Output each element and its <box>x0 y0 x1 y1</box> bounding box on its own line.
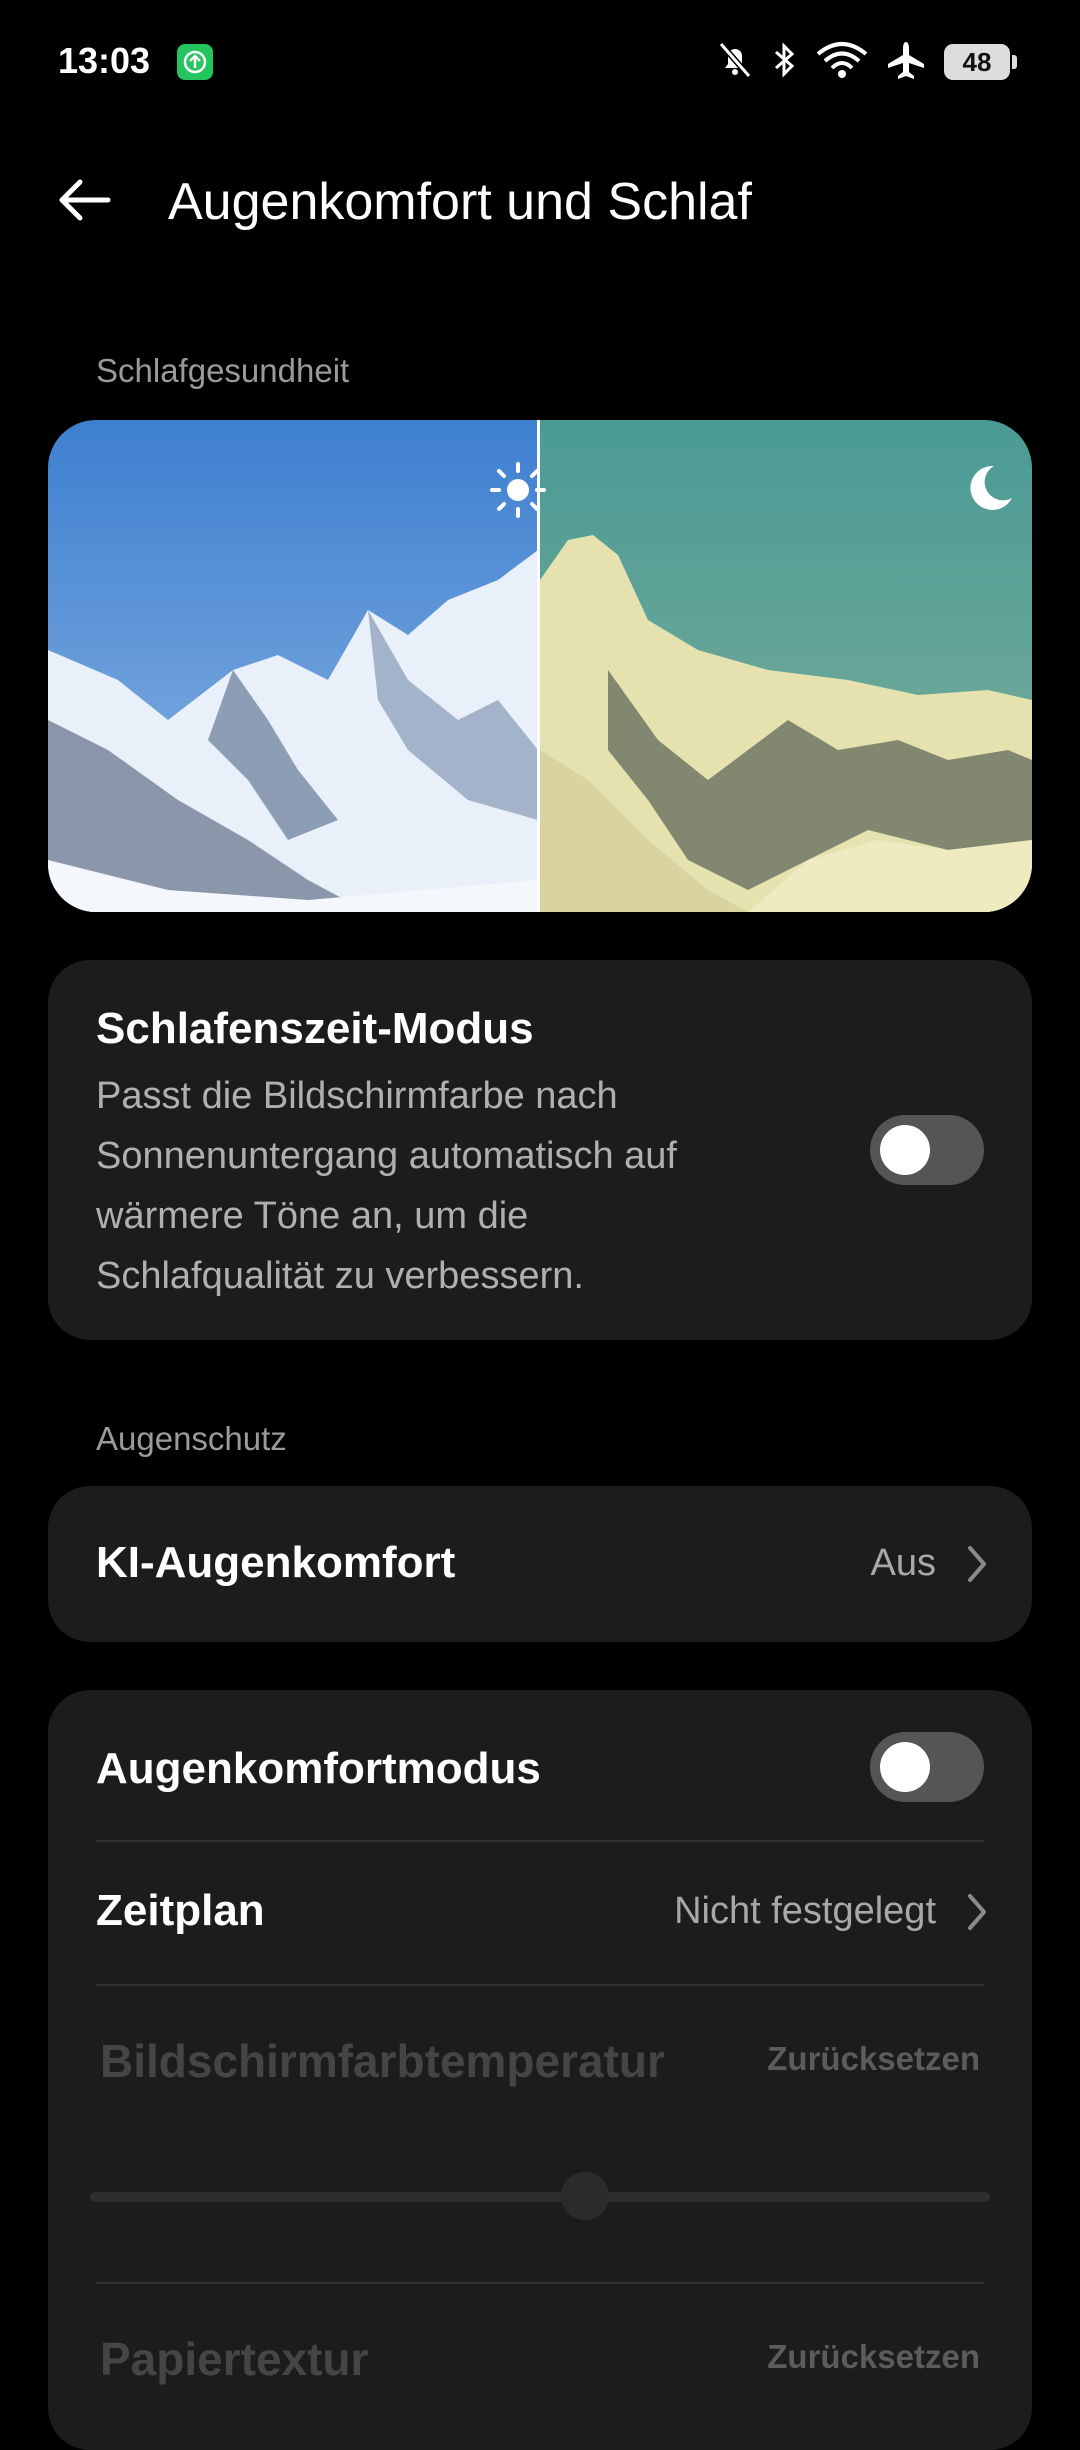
ai-eye-comfort-label: KI-Augenkomfort <box>96 1538 456 1587</box>
bedtime-mode-card: Schlafenszeit-Modus Passt die Bildschirm… <box>48 960 1032 1340</box>
section-label-eye: Augenschutz <box>96 1420 287 1457</box>
toggle-knob <box>880 1742 930 1792</box>
color-temperature-reset-button[interactable]: Zurücksetzen <box>767 2040 980 2078</box>
paper-texture-reset-button[interactable]: Zurücksetzen <box>767 2338 980 2376</box>
status-time: 13:03 <box>58 40 151 81</box>
chevron-right-icon <box>962 1540 992 1588</box>
schedule-row[interactable]: Zeitplan Nicht festgelegt <box>48 1842 1032 1984</box>
divider <box>96 1984 984 1986</box>
battery-icon: 48 <box>944 44 1017 80</box>
top-bar: Augenkomfort und Schlaf <box>0 140 1080 260</box>
eye-comfort-card: Augenkomfortmodus Zeitplan Nicht festgel… <box>48 1690 1032 2450</box>
eye-comfort-mode-toggle[interactable] <box>870 1732 984 1802</box>
status-bar: 13:03 48 <box>0 0 1080 124</box>
wifi-icon <box>816 40 868 85</box>
bedtime-mode-description: Passt die Bildschirmfarbe nach Sonnenunt… <box>96 1075 677 1297</box>
mute-icon <box>716 40 754 85</box>
app-notification-icon <box>177 44 213 80</box>
page-title: Augenkomfort und Schlaf <box>168 173 752 231</box>
schedule-value: Nicht festgelegt <box>674 1890 936 1932</box>
section-label-sleep: Schlafgesundheit <box>96 352 350 389</box>
slider-thumb[interactable] <box>561 2172 609 2220</box>
color-temperature-slider[interactable] <box>90 2192 990 2202</box>
ai-eye-comfort-row[interactable]: KI-Augenkomfort Aus <box>48 1486 1032 1642</box>
sun-icon <box>488 460 548 520</box>
back-arrow-icon[interactable] <box>52 168 116 232</box>
bedtime-mode-title: Schlafenszeit-Modus <box>96 1004 534 1053</box>
paper-texture-label: Papiertextur <box>100 2333 369 2385</box>
schedule-label: Zeitplan <box>96 1886 265 1935</box>
color-temperature-label: Bildschirmfarbtemperatur <box>100 2035 665 2087</box>
day-night-preview-image <box>48 420 1032 912</box>
chevron-right-icon <box>962 1888 992 1936</box>
toggle-knob <box>880 1125 930 1175</box>
eye-comfort-mode-label: Augenkomfortmodus <box>96 1744 541 1793</box>
bluetooth-icon <box>772 40 798 85</box>
bedtime-mode-toggle[interactable] <box>870 1115 984 1185</box>
eye-comfort-mode-row: Augenkomfortmodus <box>48 1690 1032 1840</box>
moon-icon <box>960 460 1016 516</box>
ai-eye-comfort-value: Aus <box>870 1542 936 1584</box>
airplane-icon <box>886 40 926 85</box>
status-icons: 48 <box>716 38 1017 86</box>
divider <box>96 2282 984 2284</box>
